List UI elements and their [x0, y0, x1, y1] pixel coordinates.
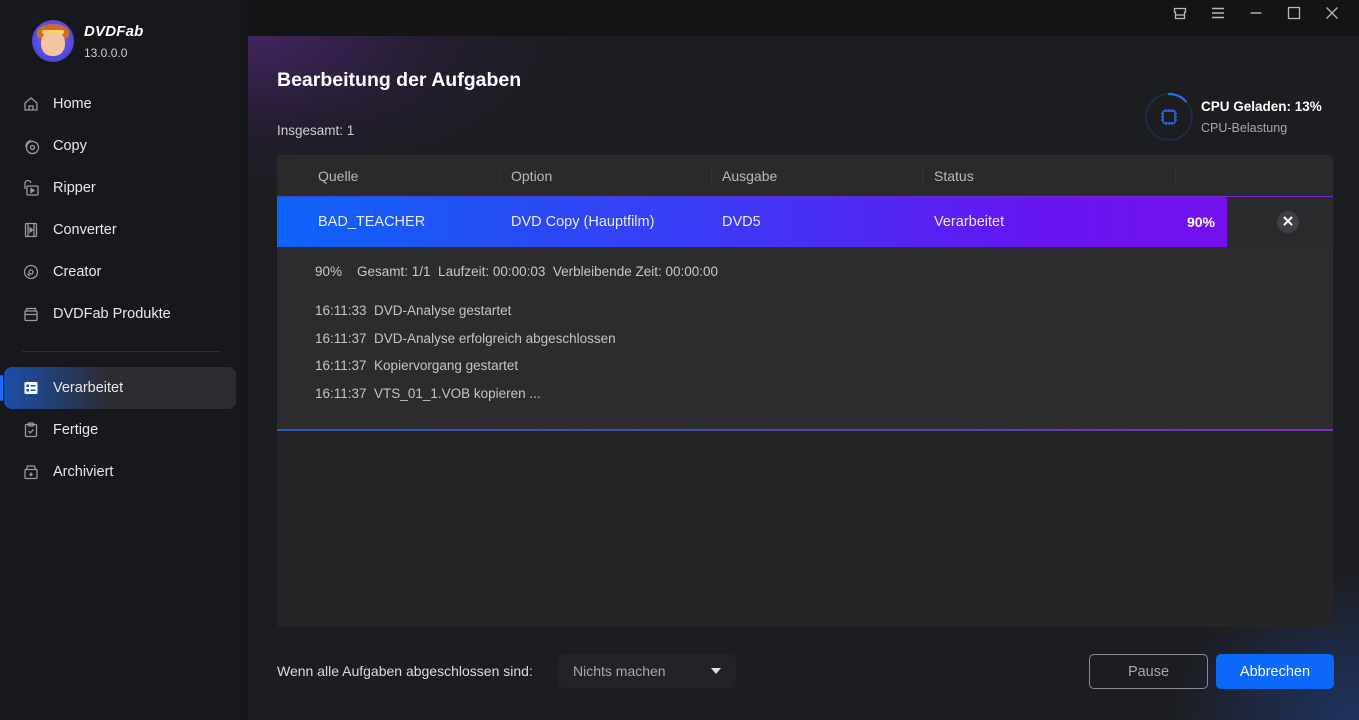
maximize-icon	[1286, 5, 1302, 26]
cpu-chip-icon	[1161, 109, 1177, 125]
sidebar-item-label: Archiviert	[53, 464, 114, 480]
task-detail-panel: 90% Gesamt: 1/1 Laufzeit: 00:00:03 Verbl…	[277, 247, 1333, 429]
progress-percent: 90%	[1186, 214, 1215, 230]
archive-icon	[22, 463, 40, 481]
sidebar-item-label: Fertige	[53, 422, 99, 438]
clipboard-check-icon	[22, 421, 40, 439]
log-line: 16:11:37 Kopiervorgang gestartet	[315, 358, 519, 373]
remove-task-button[interactable]	[1277, 211, 1299, 233]
page-title: Bearbeitung der Aufgaben	[277, 69, 522, 91]
skin-icon	[1172, 5, 1188, 26]
cell-option: DVD Copy (Hauptfilm)	[511, 214, 655, 230]
cpu-load-title: CPU Geladen: 13%	[1201, 99, 1322, 114]
main-nav: Home Copy Ripper Converter Creator DVDFa…	[0, 83, 247, 335]
log-line: 16:11:33 DVD-Analyse gestartet	[315, 303, 512, 318]
sidebar-item-dvdfab-produkte[interactable]: DVDFab Produkte	[0, 293, 247, 335]
sidebar-item-label: Home	[53, 96, 92, 112]
sidebar-item-label: Copy	[53, 138, 87, 154]
sidebar-item-label: Verarbeitet	[53, 380, 124, 396]
sidebar-item-label: Creator	[53, 264, 102, 280]
detail-accent-line	[277, 429, 1333, 431]
cell-output: DVD5	[722, 214, 761, 230]
maximize-button[interactable]	[1275, 2, 1313, 28]
film-icon	[22, 221, 40, 239]
column-header-ausgabe: Ausgabe	[722, 168, 778, 184]
after-completion-label: Wenn alle Aufgaben abgeschlossen sind:	[277, 663, 533, 679]
close-window-button[interactable]	[1313, 2, 1351, 28]
sidebar: DVDFab 13.0.0.0 Home Copy Ripper Convert…	[0, 0, 247, 720]
app-version: 13.0.0.0	[84, 45, 128, 60]
sidebar-item-label: DVDFab Produkte	[53, 306, 171, 322]
sidebar-item-fertige[interactable]: Fertige	[0, 409, 247, 451]
task-table: Quelle Option Ausgabe Status BAD_TEACHER…	[277, 155, 1333, 627]
pause-button[interactable]: Pause	[1089, 654, 1208, 689]
log-line: 16:11:37 VTS_01_1.VOB kopieren ...	[315, 385, 541, 401]
ripper-icon	[22, 179, 40, 197]
main-panel: Bearbeitung der Aufgaben Insgesamt: 1 CP…	[248, 36, 1359, 720]
skin-button[interactable]	[1161, 2, 1199, 28]
sidebar-item-ripper[interactable]: Ripper	[0, 167, 247, 209]
chevron-down-icon	[711, 668, 721, 674]
products-box-icon	[22, 305, 40, 323]
window-controls	[1161, 2, 1351, 28]
task-nav: Verarbeitet Fertige Archiviert	[0, 367, 247, 493]
sidebar-divider	[22, 351, 220, 352]
sidebar-item-copy[interactable]: Copy	[0, 125, 247, 167]
after-completion-value: Nichts machen	[573, 663, 666, 679]
cell-source: BAD_TEACHER	[318, 214, 426, 230]
menu-icon	[1210, 5, 1226, 26]
close-icon	[1283, 213, 1293, 231]
sidebar-item-archiviert[interactable]: Archiviert	[0, 451, 247, 493]
cpu-load-ring	[1144, 92, 1194, 142]
dvdfab-logo	[32, 20, 74, 62]
table-header: Quelle Option Ausgabe Status	[277, 155, 1333, 198]
task-summary: 90% Gesamt: 1/1 Laufzeit: 00:00:03 Verbl…	[315, 264, 719, 279]
sidebar-item-converter[interactable]: Converter	[0, 209, 247, 251]
sidebar-item-label: Ripper	[53, 180, 96, 196]
column-header-quelle: Quelle	[318, 168, 359, 184]
close-icon	[1324, 5, 1340, 26]
cpu-load-subtitle: CPU-Belastung	[1201, 121, 1288, 135]
table-row[interactable]: BAD_TEACHER DVD Copy (Hauptfilm) DVD5 Ve…	[277, 197, 1333, 247]
home-icon	[22, 95, 40, 113]
task-total: Insgesamt: 1	[277, 123, 355, 138]
brand: DVDFab 13.0.0.0	[32, 20, 144, 62]
column-separator	[500, 167, 501, 185]
after-completion-select[interactable]: Nichts machen	[558, 654, 736, 688]
app-name: DVDFab	[84, 22, 144, 40]
column-separator	[711, 167, 712, 185]
log-line: 16:11:37 DVD-Analyse erfolgreich abgesch…	[315, 330, 616, 346]
menu-button[interactable]	[1199, 2, 1237, 28]
copy-disc-icon	[22, 137, 40, 155]
sidebar-item-label: Converter	[53, 222, 117, 238]
column-header-status: Status	[934, 168, 974, 184]
task-log: 16:11:33 DVD-Analyse gestartet 16:11:37 …	[315, 297, 616, 407]
minimize-icon	[1248, 5, 1264, 26]
column-separator	[1175, 167, 1176, 185]
cpu-monitor: CPU Geladen: 13% CPU-Belastung	[1144, 92, 1322, 142]
cancel-button[interactable]: Abbrechen	[1216, 654, 1334, 689]
disc-icon	[22, 263, 40, 281]
task-list-icon	[22, 379, 40, 397]
minimize-button[interactable]	[1237, 2, 1275, 28]
sidebar-item-verarbeitet[interactable]: Verarbeitet	[0, 367, 236, 409]
sidebar-item-home[interactable]: Home	[0, 83, 247, 125]
cell-status: Verarbeitet	[934, 214, 1005, 230]
column-separator	[922, 167, 923, 185]
column-header-option: Option	[511, 168, 553, 184]
sidebar-item-creator[interactable]: Creator	[0, 251, 247, 293]
